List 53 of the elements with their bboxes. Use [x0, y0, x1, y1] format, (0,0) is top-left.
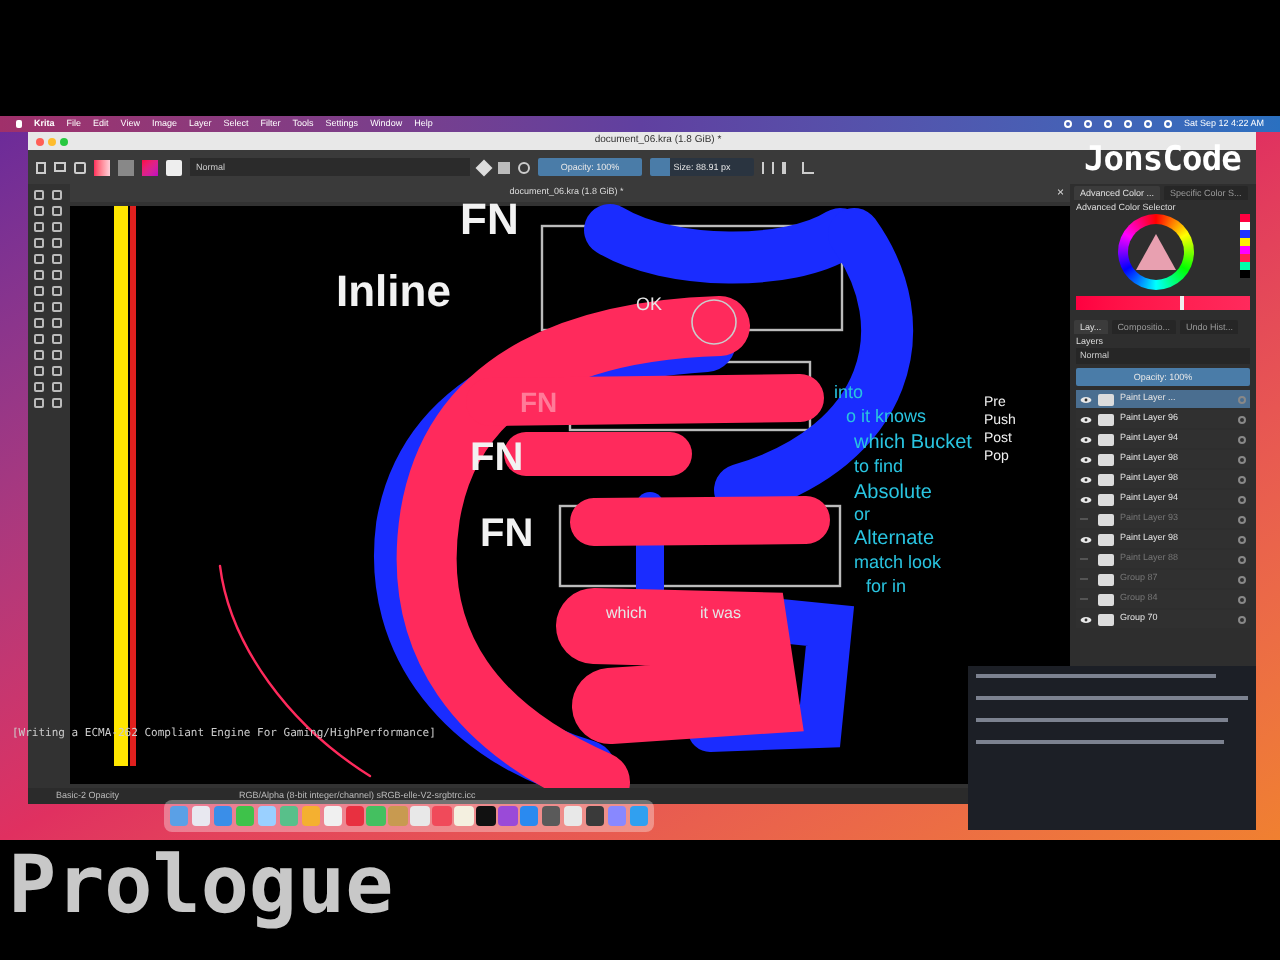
layer-options-icon[interactable]	[1238, 515, 1246, 523]
layer-options-icon[interactable]	[1238, 555, 1246, 563]
eye-icon[interactable]	[1080, 435, 1092, 443]
eye-icon[interactable]	[1080, 475, 1092, 483]
status-menu-icon[interactable]	[1123, 120, 1132, 128]
handwritten-label: FN	[520, 386, 558, 418]
status-menu-icon[interactable]	[1163, 120, 1172, 128]
handwritten-label: Absolute	[854, 482, 932, 504]
layer-options-icon[interactable]	[1238, 595, 1246, 603]
eye-icon[interactable]	[1080, 615, 1092, 623]
brush-cursor	[691, 299, 737, 345]
eye-icon[interactable]	[1080, 495, 1092, 503]
apple-icon[interactable]	[16, 120, 22, 128]
color-history-drawing[interactable]	[1240, 214, 1250, 278]
layer-options-icon[interactable]	[1238, 435, 1246, 443]
eye-icon[interactable]	[1080, 455, 1092, 463]
handwritten-label: it was	[700, 604, 741, 622]
handwritten-label: which	[606, 604, 647, 622]
hidden-marker[interactable]	[1080, 518, 1088, 520]
logo-text: JonsCode	[1084, 140, 1241, 180]
handwritten-label: Alternate	[854, 528, 935, 550]
eye-icon[interactable]	[1080, 415, 1092, 423]
handwritten-label: FN	[470, 436, 524, 480]
layer-options-icon[interactable]	[1238, 495, 1246, 503]
pattern-swatch[interactable]	[118, 159, 134, 175]
hue-slider[interactable]	[1076, 296, 1250, 310]
hidden-marker[interactable]	[1080, 598, 1088, 600]
layer-options-icon[interactable]	[1238, 455, 1246, 463]
color-wheel[interactable]	[1118, 214, 1194, 290]
handwritten-label: FN	[460, 202, 519, 244]
handwritten-label: FN	[480, 512, 534, 556]
eye-icon[interactable]	[1080, 395, 1092, 403]
color-triangle[interactable]	[1136, 234, 1176, 270]
handwritten-label: Inline	[336, 266, 451, 316]
handwritten-label: for in	[866, 576, 907, 596]
hidden-marker[interactable]	[1080, 578, 1088, 580]
gradient-swatch[interactable]	[94, 159, 110, 175]
status-menu-icon[interactable]	[1063, 120, 1072, 128]
hidden-marker[interactable]	[1080, 558, 1088, 560]
handwritten-label: or	[854, 504, 871, 524]
layer-options-icon[interactable]	[1238, 475, 1246, 483]
layer-options-icon[interactable]	[1238, 415, 1246, 423]
chapter-title: Prologue	[8, 840, 394, 932]
status-menu-icon[interactable]	[1083, 120, 1092, 128]
handwritten-label: to find	[854, 456, 904, 476]
layer-options-icon[interactable]	[1238, 575, 1246, 583]
handwritten-label: match look	[854, 552, 942, 572]
layer-options-icon[interactable]	[1238, 615, 1246, 623]
layer-options-icon[interactable]	[1238, 535, 1246, 543]
status-menu-icon[interactable]	[1143, 120, 1152, 128]
color-swatch-icon[interactable]	[142, 159, 158, 175]
eye-icon[interactable]	[1080, 535, 1092, 543]
status-menu-icon[interactable]	[1103, 120, 1112, 128]
